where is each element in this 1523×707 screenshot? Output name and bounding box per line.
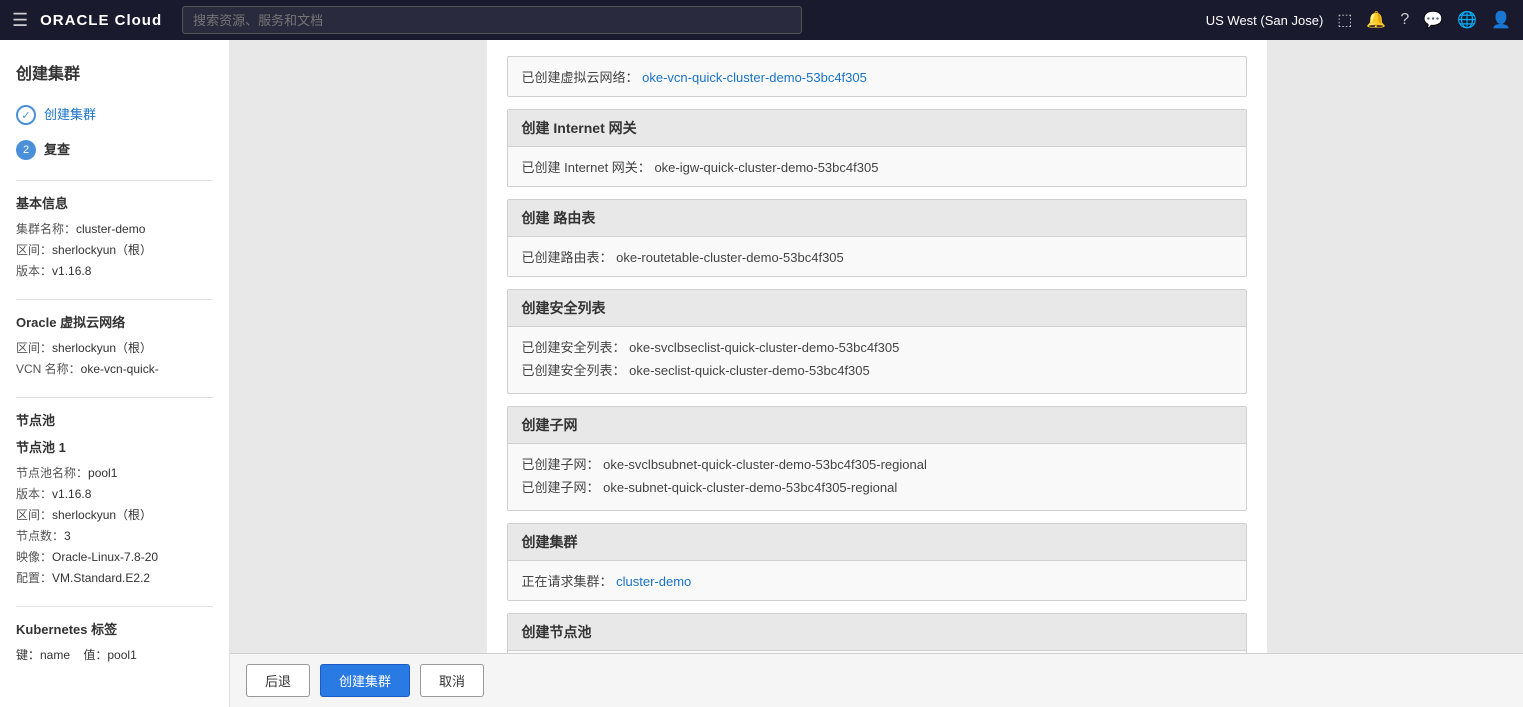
cluster-request-label: 正在请求集群： bbox=[522, 574, 613, 589]
search-input[interactable] bbox=[182, 6, 802, 34]
step1-label: 创建集群 bbox=[44, 104, 96, 123]
globe-icon[interactable]: 🌐 bbox=[1457, 10, 1477, 30]
route-table-header: 创建 路由表 bbox=[508, 200, 1246, 237]
main-container: 创建集群 ✓ 创建集群 2 复查 基本信息 集群名称：cluster-demo … bbox=[0, 40, 1523, 707]
internet-gateway-header: 创建 Internet 网关 bbox=[508, 110, 1246, 147]
vcn-created-body: 已创建虚拟云网络： oke-vcn-quick-cluster-demo-53b… bbox=[508, 57, 1246, 96]
vcn-link[interactable]: oke-vcn-quick-cluster-demo-53bc4f305 bbox=[642, 70, 867, 85]
oracle-brand-logo: ORACLE Cloud bbox=[40, 12, 162, 29]
sidebar-step-2: 2 复查 bbox=[16, 139, 213, 160]
vcn-info-section: Oracle 虚拟云网络 区间：sherlockyun（根） VCN 名称：ok… bbox=[16, 299, 213, 377]
igw-value: oke-igw-quick-cluster-demo-53bc4f305 bbox=[654, 160, 878, 175]
security-list-header: 创建安全列表 bbox=[508, 290, 1246, 327]
cluster-request-link[interactable]: cluster-demo bbox=[616, 574, 691, 589]
bottom-action-bar: 后退 创建集群 取消 bbox=[230, 653, 1523, 707]
node-count-row: 节点数：3 bbox=[16, 527, 213, 544]
cancel-button[interactable]: 取消 bbox=[420, 664, 484, 697]
progress-panel: 已创建虚拟云网络： oke-vcn-quick-cluster-demo-53b… bbox=[487, 40, 1267, 707]
basic-info-section: 基本信息 集群名称：cluster-demo 区间：sherlockyun（根）… bbox=[16, 180, 213, 279]
internet-gateway-body: 已创建 Internet 网关： oke-igw-quick-cluster-d… bbox=[508, 147, 1246, 186]
step1-circle: ✓ bbox=[16, 105, 36, 125]
rt-value: oke-routetable-cluster-demo-53bc4f305 bbox=[616, 250, 844, 265]
igw-label: 已创建 Internet 网关： bbox=[522, 160, 651, 175]
subnet-block: 创建子网 已创建子网： oke-svclbsubnet-quick-cluste… bbox=[507, 406, 1247, 511]
sidebar-title: 创建集群 bbox=[16, 60, 213, 84]
bell-icon[interactable]: 🔔 bbox=[1366, 10, 1386, 30]
node-pool-title: 节点池 bbox=[16, 410, 213, 429]
security-list-body: 已创建安全列表： oke-svclbseclist-quick-cluster-… bbox=[508, 327, 1246, 393]
search-container bbox=[182, 6, 802, 34]
sidebar: 创建集群 ✓ 创建集群 2 复查 基本信息 集群名称：cluster-demo … bbox=[0, 40, 230, 707]
subnet-body: 已创建子网： oke-svclbsubnet-quick-cluster-dem… bbox=[508, 444, 1246, 510]
sidebar-step-1: ✓ 创建集群 bbox=[16, 104, 213, 125]
k8s-labels-title: Kubernetes 标签 bbox=[16, 619, 213, 638]
config-row: 配置：VM.Standard.E2.2 bbox=[16, 569, 213, 586]
vcn-label: 已创建虚拟云网络： bbox=[522, 70, 639, 85]
basic-info-title: 基本信息 bbox=[16, 193, 213, 212]
pool-region-row: 区间：sherlockyun（根） bbox=[16, 506, 213, 523]
subnet-item-2: 已创建子网： oke-subnet-quick-cluster-demo-53b… bbox=[522, 477, 1232, 496]
user-avatar[interactable]: 👤 bbox=[1491, 10, 1511, 30]
step2-label: 复查 bbox=[44, 139, 70, 158]
node-pool-sub-title: 节点池 1 bbox=[16, 437, 213, 456]
create-node-pool-header: 创建节点池 bbox=[508, 614, 1246, 651]
vcn-info-title: Oracle 虚拟云网络 bbox=[16, 312, 213, 331]
vcn-region-row: 区间：sherlockyun（根） bbox=[16, 339, 213, 356]
pool-name-row: 节点池名称：pool1 bbox=[16, 464, 213, 481]
vcn-created-block: 已创建虚拟云网络： oke-vcn-quick-cluster-demo-53b… bbox=[507, 56, 1247, 97]
pool-version-row: 版本：v1.16.8 bbox=[16, 485, 213, 502]
region-selector[interactable]: US West (San Jose) bbox=[1206, 13, 1324, 28]
seclist-item-1: 已创建安全列表： oke-svclbseclist-quick-cluster-… bbox=[522, 337, 1232, 356]
k8s-labels-section: Kubernetes 标签 键：name 值：pool1 bbox=[16, 606, 213, 663]
create-cluster-header: 创建集群 bbox=[508, 524, 1246, 561]
create-cluster-body: 正在请求集群： cluster-demo bbox=[508, 561, 1246, 600]
cluster-name-row: 集群名称：cluster-demo bbox=[16, 220, 213, 237]
back-button[interactable]: 后退 bbox=[246, 664, 310, 697]
route-table-block: 创建 路由表 已创建路由表： oke-routetable-cluster-de… bbox=[507, 199, 1247, 277]
route-table-body: 已创建路由表： oke-routetable-cluster-demo-53bc… bbox=[508, 237, 1246, 276]
vcn-name-row: VCN 名称：oke-vcn-quick- bbox=[16, 360, 213, 377]
security-list-block: 创建安全列表 已创建安全列表： oke-svclbseclist-quick-c… bbox=[507, 289, 1247, 394]
step1-link[interactable]: 创建集群 bbox=[44, 107, 96, 122]
help-icon[interactable]: ? bbox=[1400, 11, 1409, 29]
hamburger-menu-icon[interactable]: ☰ bbox=[12, 10, 28, 31]
subnet-header: 创建子网 bbox=[508, 407, 1246, 444]
content-area: 已创建虚拟云网络： oke-vcn-quick-cluster-demo-53b… bbox=[230, 40, 1523, 707]
k8s-label-row: 键：name 值：pool1 bbox=[16, 646, 213, 663]
region-row: 区间：sherlockyun（根） bbox=[16, 241, 213, 258]
seclist-item-2: 已创建安全列表： oke-seclist-quick-cluster-demo-… bbox=[522, 360, 1232, 379]
step2-circle: 2 bbox=[16, 140, 36, 160]
top-navigation: ☰ ORACLE Cloud US West (San Jose) ⬚ 🔔 ? … bbox=[0, 0, 1523, 40]
internet-gateway-block: 创建 Internet 网关 已创建 Internet 网关： oke-igw-… bbox=[507, 109, 1247, 187]
terminal-icon[interactable]: ⬚ bbox=[1337, 10, 1352, 30]
rt-label: 已创建路由表： bbox=[522, 250, 613, 265]
chat-icon[interactable]: 💬 bbox=[1423, 10, 1443, 30]
create-cluster-button[interactable]: 创建集群 bbox=[320, 664, 410, 697]
nav-right-section: US West (San Jose) ⬚ 🔔 ? 💬 🌐 👤 bbox=[1206, 10, 1511, 30]
node-pool-section: 节点池 节点池 1 节点池名称：pool1 版本：v1.16.8 区间：sher… bbox=[16, 397, 213, 586]
create-cluster-block: 创建集群 正在请求集群： cluster-demo bbox=[507, 523, 1247, 601]
subnet-item-1: 已创建子网： oke-svclbsubnet-quick-cluster-dem… bbox=[522, 454, 1232, 473]
version-row: 版本：v1.16.8 bbox=[16, 262, 213, 279]
image-row: 映像：Oracle-Linux-7.8-20 bbox=[16, 548, 213, 565]
